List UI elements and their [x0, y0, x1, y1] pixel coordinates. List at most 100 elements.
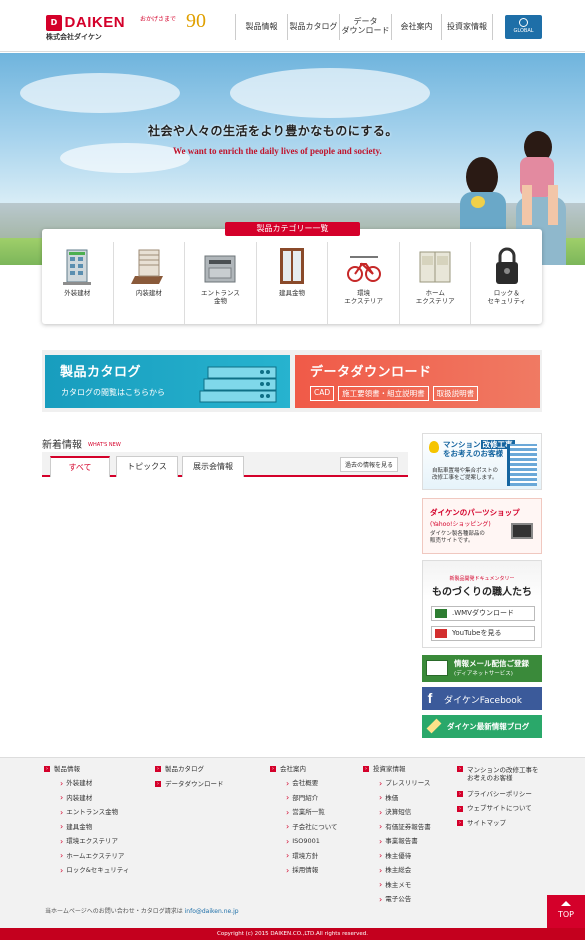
- storage-shed-icon: [417, 246, 453, 286]
- catalog-books-icon: [199, 366, 277, 403]
- category-door-hardware[interactable]: 建具金物: [257, 242, 329, 324]
- footer-heading[interactable]: › 投資家情報: [363, 766, 431, 773]
- category-environment-exterior[interactable]: 環境 エクステリア: [328, 242, 400, 324]
- footer-link[interactable]: 外装建材: [60, 780, 129, 788]
- category-exterior[interactable]: 外装建材: [42, 242, 114, 324]
- mansion-title: マンション 改修工事 をお考えのお客様: [443, 440, 515, 459]
- footer-link[interactable]: ロック&セキュリティ: [60, 867, 129, 875]
- footer-link[interactable]: プレスリリース: [379, 780, 431, 788]
- category-label: ホーム エクステリア: [415, 289, 455, 306]
- footer-link[interactable]: 環境エクステリア: [60, 838, 129, 846]
- footer-link-label: 環境エクステリア: [66, 837, 119, 846]
- footer-link-label: エントランス金物: [66, 808, 119, 817]
- footer-link[interactable]: 電子公告: [379, 896, 431, 904]
- wmv-download-button[interactable]: .WMVダウンロード: [431, 606, 535, 621]
- mansion-title-1: マンション: [443, 440, 481, 449]
- hero-subline: We want to enrich the daily lives of peo…: [173, 146, 382, 156]
- footer-link[interactable]: 採用情報: [286, 867, 338, 875]
- footer-link[interactable]: 建具金物: [60, 823, 129, 831]
- category-label: 建具金物: [279, 289, 306, 297]
- facebook-label: ダイケンFacebook: [444, 696, 523, 706]
- footer-link[interactable]: 会社概要: [286, 780, 338, 788]
- nav-catalog[interactable]: 製品カタログ: [287, 14, 339, 40]
- past-news-link[interactable]: 過去の情報を見る: [340, 457, 399, 472]
- computer-icon: [511, 523, 533, 539]
- wmv-label: .WMVダウンロード: [452, 609, 514, 617]
- category-home-exterior[interactable]: ホーム エクステリア: [400, 242, 472, 324]
- parts-shop-banner[interactable]: ダイケンのパーツショップ (Yahoo!ショッピング) ダイケン製各種部品の 販…: [422, 498, 542, 554]
- facebook-banner[interactable]: f ダイケンFacebook: [422, 687, 542, 710]
- lightbulb-icon: [429, 441, 439, 453]
- footer-link[interactable]: エントランス金物: [60, 809, 129, 817]
- category-lock-security[interactable]: ロック＆ セキュリティ: [471, 242, 542, 324]
- footer-link[interactable]: 決算短信: [379, 809, 431, 817]
- footer-link-label: 子会社について: [292, 822, 338, 831]
- data-download-banner[interactable]: データダウンロード CAD 施工要領書・組立説明書 取扱説明書: [295, 355, 540, 408]
- contact-email-link[interactable]: info@daiken.ne.jp: [185, 908, 239, 915]
- footer-heading[interactable]: › 会社案内: [270, 766, 338, 773]
- footer-heading[interactable]: › 製品カタログ: [155, 766, 224, 773]
- footer-link[interactable]: 営業所一覧: [286, 809, 338, 817]
- nav-data-download[interactable]: データ ダウンロード: [339, 14, 391, 40]
- anniversary-text: おかげさまで: [140, 16, 177, 23]
- arrow-icon: ›: [457, 791, 463, 798]
- tab-exhibitions[interactable]: 展示会情報: [182, 456, 244, 477]
- footer-link[interactable]: 環境方針: [286, 852, 338, 860]
- footer-link-label: 株主総会: [385, 866, 412, 875]
- footer-link[interactable]: 株価: [379, 794, 431, 802]
- mansion-renovation-banner[interactable]: マンション 改修工事 をお考えのお客様 自転車置場や集合ポストの 改修工事をご提案し…: [422, 433, 542, 490]
- category-entrance[interactable]: エントランス 金物: [185, 242, 257, 324]
- daiken-logo[interactable]: D DAIKEN 株式会社ダイケン: [46, 14, 125, 42]
- footer-col-company: › 会社案内 会社概要 部門紹介 営業所一覧 子会社について ISO9001 環境…: [270, 766, 338, 881]
- category-label: 内装建材: [135, 289, 162, 297]
- pencil-icon: [426, 718, 442, 734]
- footer-heading[interactable]: › プライバシーポリシー: [457, 791, 547, 798]
- footer-link-label: 株主メモ: [385, 880, 412, 889]
- footer-heading-label: サイトマップ: [467, 818, 506, 827]
- footer-heading[interactable]: › マンションの改修工事を お考えのお客様: [457, 766, 547, 783]
- footer-link-label: 株価: [385, 793, 399, 802]
- footer-link[interactable]: 事業報告書: [379, 838, 431, 846]
- youtube-button[interactable]: YouTubeを見る: [431, 626, 535, 641]
- footer-link[interactable]: ISO9001: [286, 838, 338, 846]
- footer-link[interactable]: 内装建材: [60, 794, 129, 802]
- footer-link-label: 採用情報: [292, 866, 319, 875]
- mail-title: 情報メール配信ご登録: [454, 659, 529, 668]
- footer-link[interactable]: 子会社について: [286, 822, 338, 831]
- youtube-icon: [435, 629, 447, 638]
- footer-heading-label: 製品カタログ: [165, 765, 204, 773]
- mail-registration-banner[interactable]: 情報メール配信ご登録 (ディアネットサービス): [422, 655, 542, 682]
- footer-link-label: 決算短信: [385, 808, 412, 817]
- category-interior[interactable]: 内装建材: [114, 242, 186, 324]
- footer-heading[interactable]: › データダウンロード: [155, 780, 224, 788]
- blog-banner[interactable]: ダイケン最新情報ブログ: [422, 715, 542, 738]
- footer-link[interactable]: 株主優待: [379, 852, 431, 860]
- global-label: GLOBAL: [513, 28, 534, 34]
- category-label: 環境 エクステリア: [344, 289, 383, 306]
- globe-icon: [519, 18, 528, 27]
- footer-heading[interactable]: › ウェブサイトについて: [457, 805, 547, 812]
- footer-link[interactable]: 有価証券報告書: [379, 823, 431, 831]
- tab-all[interactable]: すべて: [50, 456, 110, 477]
- footer-link[interactable]: 株主総会: [379, 867, 431, 875]
- footer-link[interactable]: 部門紹介: [286, 794, 338, 802]
- nav-products[interactable]: 製品情報: [235, 14, 287, 40]
- nav-company[interactable]: 会社案内: [391, 14, 441, 40]
- bicycle-rack-icon: [346, 246, 382, 286]
- footer-link-label: 部門紹介: [292, 793, 319, 802]
- catalog-banner[interactable]: 製品カタログ カタログの閲覧はこちらから: [45, 355, 290, 408]
- footer-link[interactable]: 株主メモ: [379, 881, 431, 889]
- company-name: 株式会社ダイケン: [46, 33, 102, 41]
- global-button[interactable]: GLOBAL: [505, 15, 542, 39]
- footer-link[interactable]: ホームエクステリア: [60, 852, 129, 860]
- footer-heading[interactable]: › 製品情報: [44, 766, 129, 773]
- footer-heading-label: 会社案内: [280, 765, 306, 773]
- nav-investors[interactable]: 投資家情報: [441, 14, 493, 40]
- parts-title: ダイケンのパーツショップ: [430, 508, 520, 517]
- footer-heading[interactable]: › サイトマップ: [457, 820, 547, 827]
- back-to-top-button[interactable]: TOP: [547, 895, 585, 928]
- mansion-desc: 自転車置場や集合ポストの 改修工事をご提案します。: [432, 468, 499, 482]
- category-label: ロック＆ セキュリティ: [487, 289, 527, 306]
- tab-topics[interactable]: トピックス: [116, 456, 178, 477]
- footer-col-investors: › 投資家情報 プレスリリース 株価 決算短信 有価証券報告書 事業報告書 株主優…: [363, 766, 431, 910]
